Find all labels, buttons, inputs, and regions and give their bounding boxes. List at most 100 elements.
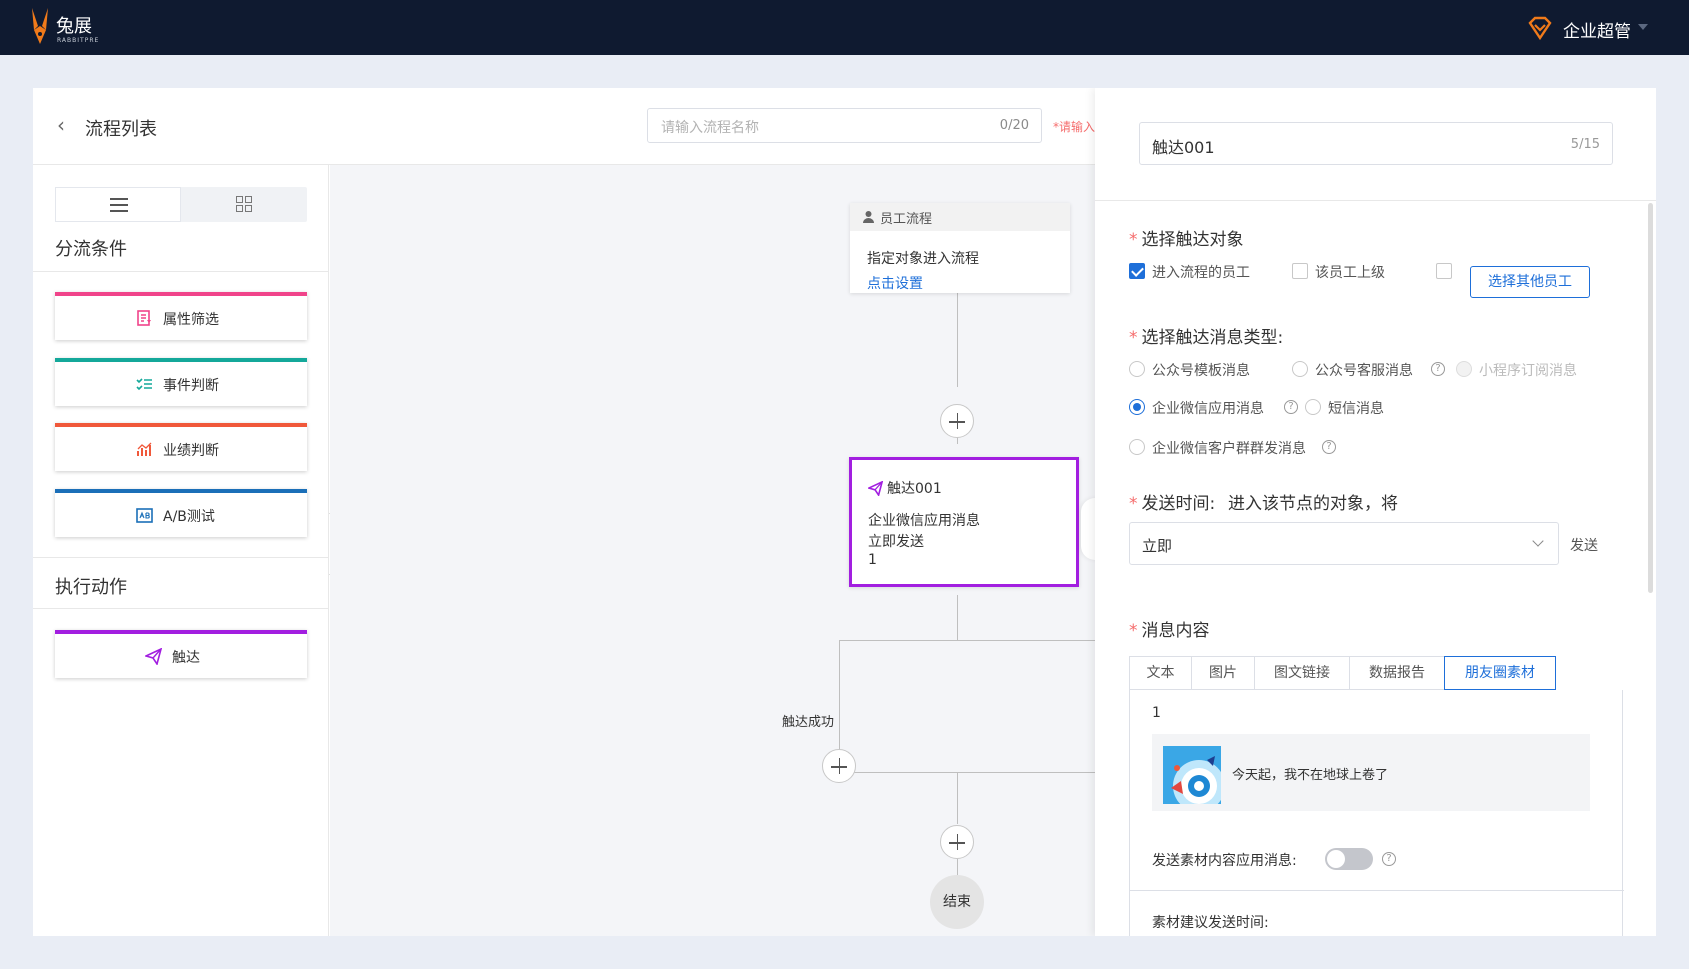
send-suffix: 发送	[1570, 538, 1598, 554]
workflow-editor: ‹ 流程列表 请输入流程名称 0/20 *请输入 分流条件 属性筛选 事件判断	[33, 88, 1656, 936]
material-item[interactable]: 今天起，我不在地球上卷了	[1152, 734, 1590, 811]
target-option-label: 该员工上级	[1315, 265, 1385, 281]
radio-label: 企业微信应用消息	[1152, 401, 1264, 417]
top-navbar: 兔展 RABBITPRE 企业超管	[0, 0, 1689, 55]
connector	[957, 595, 958, 640]
reach-action-node[interactable]: 触达001 企业微信应用消息 立即发送 1	[849, 457, 1079, 587]
grid-view-button[interactable]	[181, 187, 307, 222]
event-checklist-icon	[136, 378, 152, 391]
connector	[957, 859, 958, 875]
tab-image[interactable]: 图片	[1191, 656, 1255, 690]
required-hint: *请输入	[1053, 120, 1096, 134]
node-title-input[interactable]: 触达001 5/15	[1139, 122, 1613, 165]
help-icon[interactable]: ?	[1382, 852, 1396, 866]
card-performance-judgement[interactable]: 业绩判断	[55, 423, 307, 471]
tab-text[interactable]: 文本	[1129, 656, 1192, 690]
rabbit-logo-icon[interactable]	[26, 6, 54, 48]
card-event-judgement[interactable]: 事件判断	[55, 358, 307, 406]
target-option-label: 进入流程的员工	[1152, 265, 1250, 281]
radio-label: 小程序订阅消息	[1479, 363, 1577, 379]
card-label: 属性筛选	[163, 312, 219, 328]
connector	[839, 772, 1130, 773]
end-node[interactable]: 结束	[930, 875, 984, 929]
node-title: 触达001	[887, 481, 942, 497]
material-thumbnail	[1163, 746, 1221, 804]
radio-label: 公众号客服消息	[1315, 363, 1413, 379]
add-node-plus-icon[interactable]	[940, 404, 974, 438]
diamond-account-icon[interactable]	[1527, 15, 1553, 41]
help-icon[interactable]: ?	[1322, 440, 1336, 454]
actions-section-title: 执行动作	[55, 577, 127, 598]
target-label: * 选择触达对象	[1129, 230, 1244, 250]
radio-wecom-app-msg[interactable]	[1129, 399, 1145, 415]
chevron-down-icon	[1532, 535, 1544, 547]
flow-canvas[interactable]: 员工流程 指定对象进入流程 点击设置 触达001 企业微信应用消息 立即发送 1…	[330, 165, 1134, 936]
card-label: 触达	[172, 650, 200, 666]
node-header: 员工流程	[850, 203, 1070, 231]
connector	[839, 640, 1130, 641]
radio-group-msg[interactable]	[1129, 439, 1145, 455]
card-attribute-filter[interactable]: 属性筛选	[55, 292, 307, 340]
account-menu[interactable]: 企业超管	[1563, 17, 1631, 42]
tab-report[interactable]: 数据报告	[1349, 656, 1445, 690]
send-material-toggle[interactable]	[1325, 848, 1373, 870]
add-branch-plus-icon[interactable]	[822, 749, 856, 783]
target-checkbox-others[interactable]	[1436, 263, 1452, 279]
paper-plane-icon	[145, 648, 162, 665]
person-icon	[863, 211, 874, 223]
divider	[33, 557, 329, 558]
node-header-label: 员工流程	[880, 212, 933, 227]
radio-label: 企业微信客户群群发消息	[1152, 441, 1306, 457]
branch-success-label: 触达成功	[778, 711, 839, 730]
flow-name-input[interactable]: 请输入流程名称 0/20	[647, 108, 1042, 143]
caret-down-icon[interactable]	[1638, 24, 1648, 30]
send-material-label: 发送素材内容应用消息:	[1152, 853, 1297, 869]
flow-name-count: 0/20	[999, 118, 1029, 133]
back-arrow-icon[interactable]: ‹	[57, 115, 65, 135]
add-node-plus-icon[interactable]	[940, 825, 974, 859]
radio-miniprogram-msg	[1456, 361, 1472, 377]
send-time-value: 立即	[1142, 537, 1173, 555]
list-view-button[interactable]	[55, 187, 181, 222]
start-node[interactable]: 员工流程 指定对象进入流程 点击设置	[850, 203, 1070, 293]
tab-link[interactable]: 图文链接	[1254, 656, 1350, 690]
help-icon[interactable]: ?	[1284, 400, 1298, 414]
radio-sms[interactable]	[1305, 399, 1321, 415]
send-time-label: * 发送时间:	[1129, 494, 1216, 514]
connector	[957, 293, 958, 387]
card-reach-action[interactable]: 触达	[55, 630, 307, 678]
content-label: * 消息内容	[1129, 621, 1210, 641]
brand-subtitle: RABBITPRE	[57, 37, 100, 44]
card-ab-test[interactable]: A/B测试	[55, 489, 307, 537]
back-to-flow-list[interactable]: 流程列表	[85, 115, 157, 141]
divider	[1130, 890, 1624, 891]
ab-test-icon	[136, 508, 153, 523]
suggest-time-label: 素材建议发送时间:	[1152, 915, 1269, 931]
node-title-value: 触达001	[1152, 138, 1215, 157]
radio-service-msg[interactable]	[1292, 361, 1308, 377]
node-text: 指定对象进入流程	[867, 251, 979, 267]
card-label: 业绩判断	[163, 443, 219, 459]
grid-icon	[236, 196, 253, 213]
attribute-filter-icon	[137, 310, 151, 326]
list-icon	[110, 198, 128, 212]
node-line-2: 立即发送	[868, 534, 924, 550]
tab-moments[interactable]: 朋友圈素材	[1444, 656, 1556, 690]
flow-name-placeholder: 请输入流程名称	[661, 120, 759, 136]
node-setup-link[interactable]: 点击设置	[867, 273, 923, 293]
node-settings-panel: 触达001 5/15 * 选择触达对象 进入流程的员工 该员工上级 选择其他员工 …	[1095, 88, 1656, 936]
target-checkbox-superior[interactable]	[1292, 263, 1308, 279]
panel-scrollbar[interactable]	[1648, 203, 1653, 593]
paper-plane-icon	[868, 481, 883, 496]
connector	[957, 772, 958, 824]
content-index: 1	[1152, 705, 1161, 721]
conditions-section-title: 分流条件	[55, 239, 127, 260]
send-time-select[interactable]: 立即	[1129, 522, 1559, 565]
radio-template-msg[interactable]	[1129, 361, 1145, 377]
help-icon[interactable]: ?	[1431, 362, 1445, 376]
card-label: A/B测试	[163, 509, 215, 525]
send-time-desc: 进入该节点的对象，将	[1228, 494, 1398, 514]
node-line-1: 企业微信应用消息	[868, 513, 980, 529]
target-checkbox-employee[interactable]	[1129, 263, 1145, 279]
select-other-employees-button[interactable]: 选择其他员工	[1470, 266, 1590, 298]
